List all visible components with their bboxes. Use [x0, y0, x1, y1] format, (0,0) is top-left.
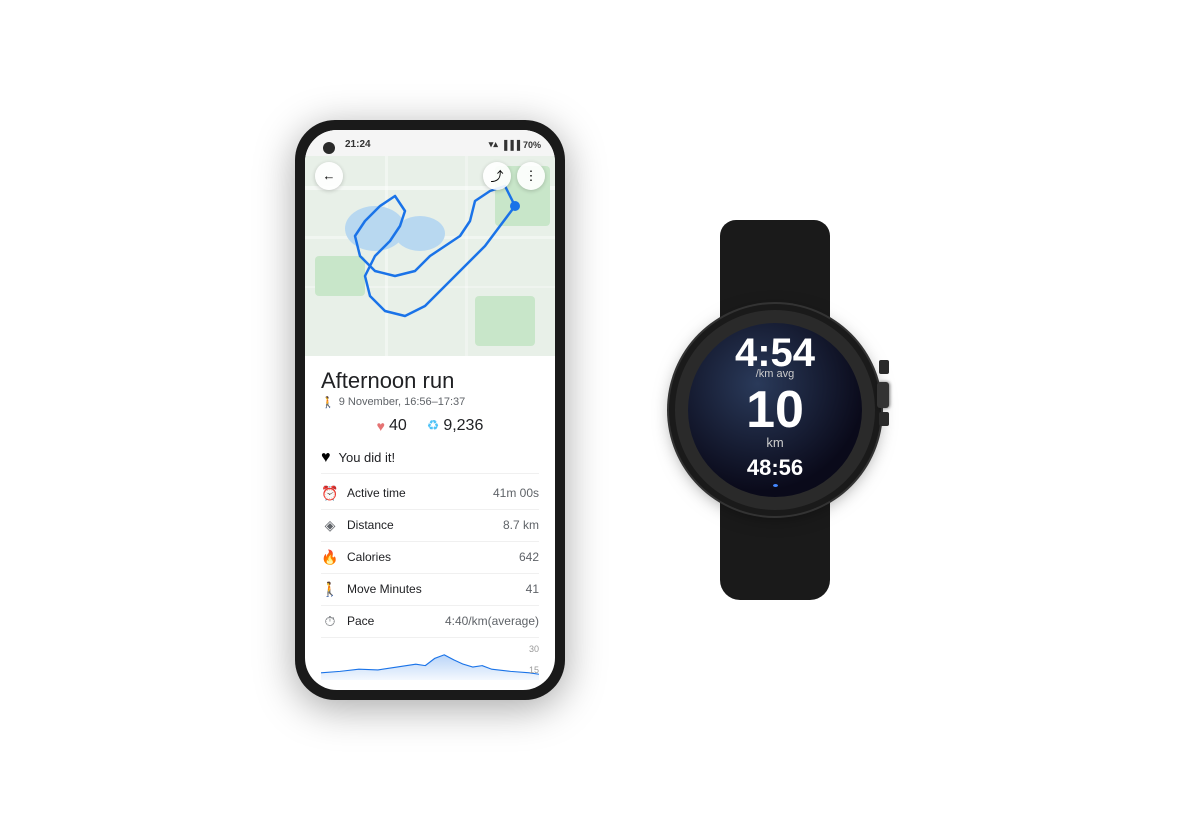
distance-icon: ◈ — [321, 517, 339, 534]
back-button[interactable]: ← — [315, 162, 343, 190]
active-time-label: Active time — [347, 486, 406, 500]
phone-screen: 21:24 ▾▴ ▐▐▐ 70% — [305, 130, 555, 690]
watch-time: 48:56 — [747, 455, 803, 481]
heart-value: 40 — [389, 417, 407, 435]
map-area: ← ⤴ ⋮ — [305, 156, 555, 356]
watch-screen: 4:54 /km avg 10 km 48:56 — [688, 323, 862, 497]
wifi-icon: ▾▴ — [489, 139, 498, 150]
toolbar-right: ⤴ ⋮ — [483, 162, 545, 190]
share-button[interactable]: ⤴ — [483, 162, 511, 190]
distance-value: 8.7 km — [503, 518, 539, 532]
more-icon: ⋮ — [525, 168, 538, 184]
heart-points: ♥ 40 — [377, 417, 407, 435]
achievement-icon: ♥ — [321, 449, 331, 467]
scene: 21:24 ▾▴ ▐▐▐ 70% — [0, 0, 1200, 819]
move-icon: 🚶 — [321, 581, 339, 598]
active-time-left: ⏰ Active time — [321, 485, 406, 502]
points-row: ♥ 40 ♻ 9,236 — [321, 417, 539, 435]
watch-device: 4:54 /km avg 10 km 48:56 — [645, 220, 905, 600]
move-minutes-value: 41 — [526, 582, 539, 596]
calories-icon: 🔥 — [321, 549, 339, 566]
stats-section: ◈ Distance 8.7 km 🔥 Calories 642 — [321, 510, 539, 638]
stat-row-distance: ◈ Distance 8.7 km — [321, 510, 539, 542]
battery-label: 70% — [523, 140, 541, 150]
more-button[interactable]: ⋮ — [517, 162, 545, 190]
activity-date: 🚶 9 November, 16:56–17:37 — [321, 396, 539, 409]
status-icons: ▾▴ ▐▐▐ 70% — [489, 139, 541, 150]
pace-icon: ⏱ — [321, 613, 339, 630]
watch-pace: 4:54 — [735, 333, 815, 373]
share-icon: ⤴ — [490, 166, 503, 185]
active-time-icon: ⏰ — [321, 485, 339, 502]
scroll-content: Afternoon run 🚶 9 November, 16:56–17:37 … — [305, 356, 555, 690]
activity-title: Afternoon run — [321, 368, 539, 394]
back-icon: ← — [323, 168, 336, 183]
phone-camera — [323, 142, 335, 154]
status-bar: 21:24 ▾▴ ▐▐▐ 70% — [305, 130, 555, 156]
date-text: 9 November, 16:56–17:37 — [339, 396, 466, 408]
stat-left-move: 🚶 Move Minutes — [321, 581, 422, 598]
stat-left-calories: 🔥 Calories — [321, 549, 391, 566]
chart-label-top: 30 — [529, 644, 539, 654]
distance-label: Distance — [347, 518, 394, 532]
chart-svg — [321, 644, 539, 680]
phone-device: 21:24 ▾▴ ▐▐▐ 70% — [295, 120, 565, 700]
chart-label-bottom: 15 — [529, 665, 539, 675]
map-toolbar: ← ⤴ ⋮ — [305, 156, 555, 196]
mini-chart: 30 15 — [321, 644, 539, 680]
steps-icon: ♻ — [427, 417, 440, 434]
calories-label: Calories — [347, 550, 391, 564]
watch-case: 4:54 /km avg 10 km 48:56 — [675, 310, 875, 510]
achievement-text: You did it! — [339, 450, 396, 465]
pace-value: 4:40/km(average) — [445, 614, 539, 628]
signal-icon: ▐▐▐ — [501, 140, 520, 150]
watch-distance: 10 — [746, 384, 804, 436]
move-minutes-label: Move Minutes — [347, 582, 422, 596]
watch-crown[interactable] — [877, 382, 889, 408]
stat-row-pace: ⏱ Pace 4:40/km(average) — [321, 606, 539, 638]
stat-left-distance: ◈ Distance — [321, 517, 394, 534]
heart-icon: ♥ — [377, 418, 385, 434]
calories-value: 642 — [519, 550, 539, 564]
watch-dot — [773, 484, 778, 487]
stat-left-pace: ⏱ Pace — [321, 613, 374, 630]
stat-row-calories: 🔥 Calories 642 — [321, 542, 539, 574]
date-icon: 🚶 — [321, 396, 335, 409]
status-time: 21:24 — [345, 139, 371, 150]
active-time-row: ⏰ Active time 41m 00s — [321, 478, 539, 510]
steps-value: 9,236 — [443, 417, 483, 435]
step-points: ♻ 9,236 — [427, 417, 484, 435]
active-time-value: 41m 00s — [493, 486, 539, 500]
watch-button-bottom[interactable] — [879, 412, 889, 426]
pace-label: Pace — [347, 614, 374, 628]
watch-button-top[interactable] — [879, 360, 889, 374]
stat-row-move-minutes: 🚶 Move Minutes 41 — [321, 574, 539, 606]
achievement-row: ♥ You did it! — [321, 443, 539, 474]
